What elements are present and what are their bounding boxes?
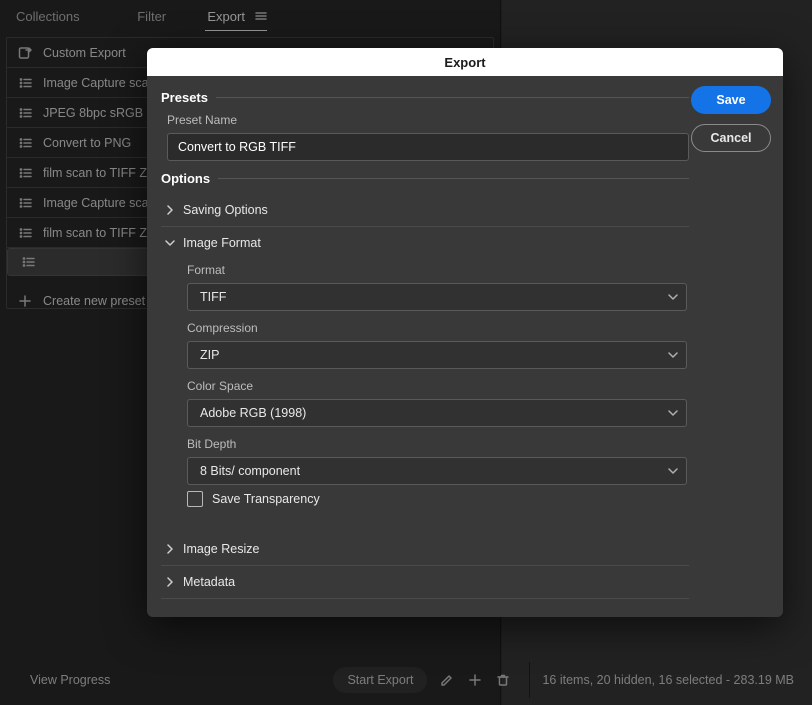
chevron-right-icon bbox=[161, 577, 179, 587]
preset-name-label: Preset Name bbox=[167, 113, 689, 127]
chevron-down-icon bbox=[668, 408, 678, 418]
checkbox-icon bbox=[187, 491, 203, 507]
format-select[interactable]: TIFF bbox=[187, 283, 687, 311]
chevron-down-icon bbox=[668, 466, 678, 476]
modal-title: Export bbox=[444, 55, 485, 70]
section-metadata[interactable]: Metadata bbox=[161, 566, 689, 599]
image-format-fields: Format TIFF Compression ZIP Color Space … bbox=[161, 259, 689, 515]
save-transparency-label: Save Transparency bbox=[212, 492, 320, 506]
compression-label: Compression bbox=[187, 321, 687, 335]
preset-name-input[interactable]: Convert to RGB TIFF bbox=[167, 133, 689, 161]
compression-select[interactable]: ZIP bbox=[187, 341, 687, 369]
save-button[interactable]: Save bbox=[691, 86, 771, 114]
chevron-down-icon bbox=[668, 292, 678, 302]
section-image-resize[interactable]: Image Resize bbox=[161, 533, 689, 566]
color-space-label: Color Space bbox=[187, 379, 687, 393]
chevron-right-icon bbox=[161, 205, 179, 215]
save-transparency-checkbox[interactable]: Save Transparency bbox=[187, 491, 687, 507]
section-image-format[interactable]: Image Format bbox=[161, 227, 689, 259]
bit-depth-select[interactable]: 8 Bits/ component bbox=[187, 457, 687, 485]
cancel-button[interactable]: Cancel bbox=[691, 124, 771, 152]
modal-title-bar: Export bbox=[147, 48, 783, 76]
export-modal: Export Presets Preset Name Convert to RG… bbox=[147, 48, 783, 617]
color-space-select[interactable]: Adobe RGB (1998) bbox=[187, 399, 687, 427]
presets-heading: Presets bbox=[161, 90, 208, 105]
chevron-down-icon bbox=[161, 238, 179, 248]
chevron-down-icon bbox=[668, 350, 678, 360]
section-saving-options[interactable]: Saving Options bbox=[161, 194, 689, 227]
format-label: Format bbox=[187, 263, 687, 277]
chevron-right-icon bbox=[161, 544, 179, 554]
bit-depth-label: Bit Depth bbox=[187, 437, 687, 451]
options-heading: Options bbox=[161, 171, 210, 186]
